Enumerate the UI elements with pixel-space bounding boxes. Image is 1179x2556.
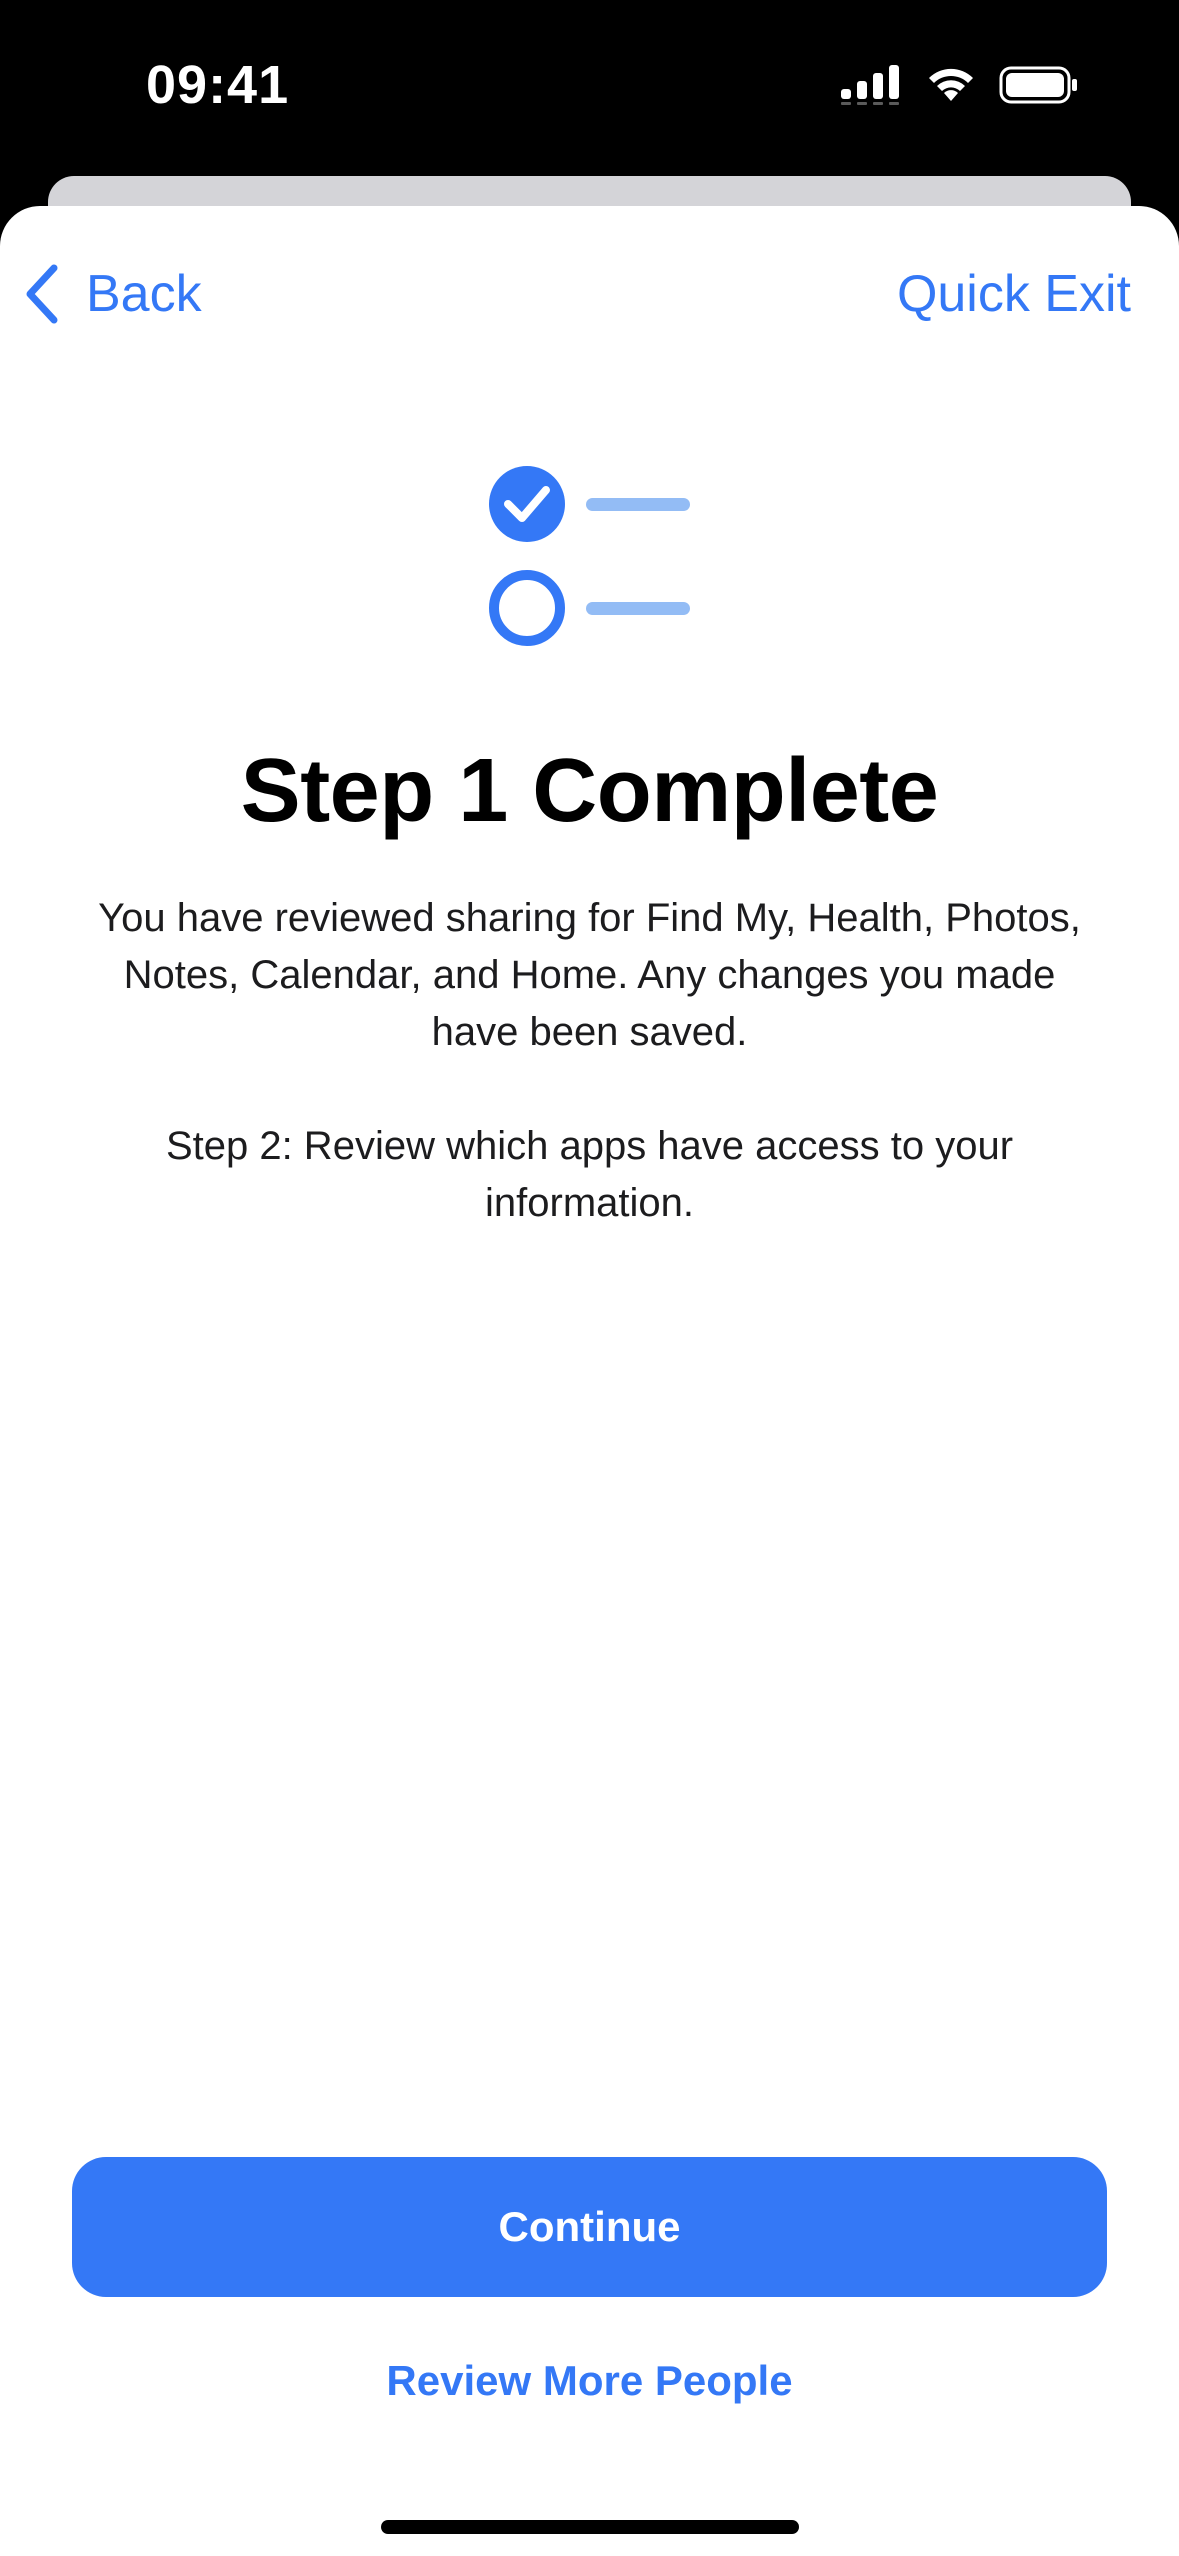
description-paragraph: You have reviewed sharing for Find My, H… (98, 896, 1081, 1054)
battery-icon (999, 65, 1079, 110)
wifi-icon (925, 65, 977, 110)
continue-button[interactable]: Continue (72, 2157, 1107, 2297)
status-icons (841, 62, 1079, 112)
modal-sheet: Back Quick Exit Step 1 Complete You have… (0, 206, 1179, 2556)
checklist-icon (484, 462, 704, 662)
quick-exit-button[interactable]: Quick Exit (897, 264, 1131, 324)
page-title: Step 1 Complete (240, 741, 939, 841)
back-label: Back (86, 265, 202, 323)
review-more-people-button[interactable]: Review More People (0, 2357, 1179, 2405)
home-indicator[interactable] (381, 2520, 799, 2534)
cellular-signal-icon (841, 64, 903, 110)
back-button[interactable]: Back (24, 264, 202, 324)
next-step-paragraph: Step 2: Review which apps have access to… (165, 1124, 1014, 1225)
status-bar: 09:41 (0, 0, 1179, 175)
chevron-left-icon (26, 264, 58, 324)
screen: 09:41 Back Quick Exit Step 1 Complete Yo… (0, 0, 1179, 2556)
status-time: 09:41 (146, 55, 290, 115)
